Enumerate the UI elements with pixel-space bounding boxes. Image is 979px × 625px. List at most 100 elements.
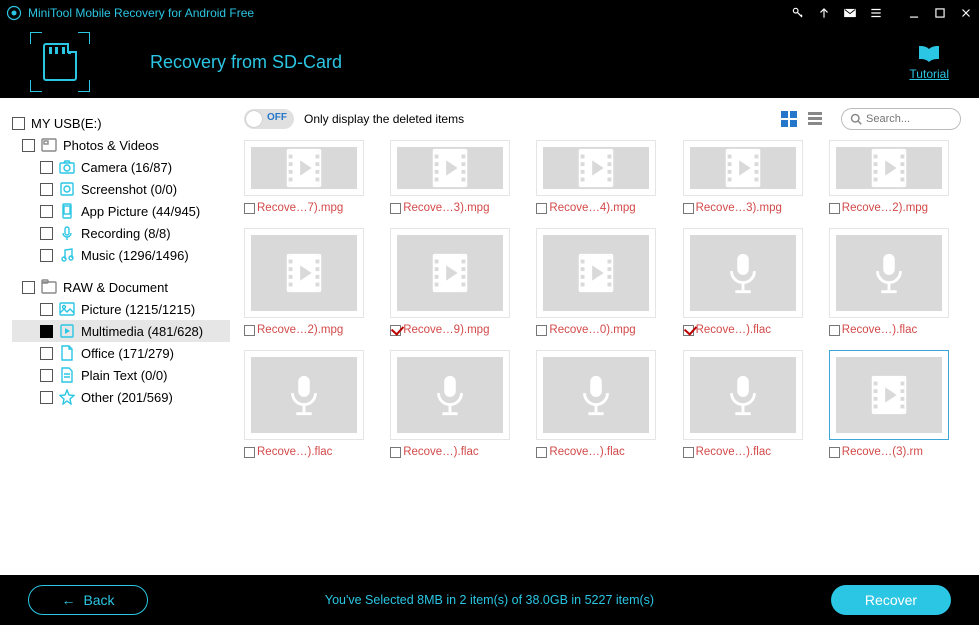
- back-button[interactable]: ← Back: [28, 585, 148, 615]
- thumbnail[interactable]: [829, 228, 949, 318]
- grid-item[interactable]: Recove…).flac: [536, 350, 668, 458]
- item-checkbox[interactable]: [829, 325, 840, 336]
- maximize-button[interactable]: [927, 0, 953, 26]
- item-checkbox[interactable]: [390, 325, 401, 336]
- screenshot-icon: [59, 181, 75, 197]
- section-label: Photos & Videos: [63, 138, 159, 153]
- filename: Recove…(3).rm: [842, 446, 923, 458]
- grid-item[interactable]: Recove…(3).rm: [829, 350, 961, 458]
- grid-item[interactable]: Recove…).flac: [683, 228, 815, 336]
- thumbnail[interactable]: [536, 228, 656, 318]
- minimize-button[interactable]: [901, 0, 927, 26]
- sidebar-item-music[interactable]: Music (1296/1496): [12, 244, 230, 266]
- checkbox[interactable]: [40, 325, 53, 338]
- grid-item[interactable]: Recove…2).mpg: [829, 140, 961, 214]
- sidebar-item-screenshot[interactable]: Screenshot (0/0): [12, 178, 230, 200]
- grid-item[interactable]: Recove…).flac: [244, 350, 376, 458]
- item-checkbox[interactable]: [683, 203, 694, 214]
- recover-button[interactable]: Recover: [831, 585, 951, 615]
- grid-item[interactable]: Recove…).flac: [390, 350, 522, 458]
- sidebar-item-camera[interactable]: Camera (16/87): [12, 156, 230, 178]
- sidebar-item-other[interactable]: Other (201/569): [12, 386, 230, 408]
- filename: Recove…3).mpg: [696, 202, 782, 214]
- sidebar-item-label: Plain Text (0/0): [81, 368, 167, 383]
- item-checkbox[interactable]: [683, 325, 694, 336]
- sidebar-item-apppic[interactable]: App Picture (44/945): [12, 200, 230, 222]
- thumbnail[interactable]: [536, 140, 656, 196]
- grid-item[interactable]: Recove…7).mpg: [244, 140, 376, 214]
- thumbnail[interactable]: [390, 350, 510, 440]
- thumbnail[interactable]: [683, 350, 803, 440]
- item-checkbox[interactable]: [536, 203, 547, 214]
- checkbox[interactable]: [40, 391, 53, 404]
- grid-view-button[interactable]: [779, 109, 799, 129]
- checkbox[interactable]: [40, 347, 53, 360]
- item-checkbox[interactable]: [683, 447, 694, 458]
- caption: Recove…2).mpg: [829, 202, 961, 214]
- thumbnail[interactable]: [390, 140, 510, 196]
- grid-item[interactable]: Recove…).flac: [683, 350, 815, 458]
- caption: Recove…).flac: [536, 446, 668, 458]
- titlebar: MiniTool Mobile Recovery for Android Fre…: [0, 0, 979, 26]
- grid-item[interactable]: Recove…4).mpg: [536, 140, 668, 214]
- close-button[interactable]: [953, 0, 979, 26]
- results-grid: Recove…7).mpgRecove…3).mpgRecove…4).mpgR…: [230, 140, 979, 575]
- tutorial-link[interactable]: Tutorial: [909, 44, 949, 81]
- item-checkbox[interactable]: [390, 203, 401, 214]
- grid-item[interactable]: Recove…).flac: [829, 228, 961, 336]
- thumbnail[interactable]: [829, 350, 949, 440]
- checkbox[interactable]: [12, 117, 25, 130]
- grid-item[interactable]: Recove…9).mpg: [390, 228, 522, 336]
- checkbox[interactable]: [40, 227, 53, 240]
- search-input[interactable]: [866, 113, 946, 125]
- grid-item[interactable]: Recove…3).mpg: [390, 140, 522, 214]
- item-checkbox[interactable]: [244, 203, 255, 214]
- thumbnail[interactable]: [683, 140, 803, 196]
- sidebar-item-office[interactable]: Office (171/279): [12, 342, 230, 364]
- thumbnail[interactable]: [536, 350, 656, 440]
- office-icon: [59, 345, 75, 361]
- footer: ← Back You've Selected 8MB in 2 item(s) …: [0, 575, 979, 625]
- item-checkbox[interactable]: [829, 203, 840, 214]
- sidebar-item-picture[interactable]: Picture (1215/1215): [12, 298, 230, 320]
- item-checkbox[interactable]: [244, 447, 255, 458]
- list-view-button[interactable]: [805, 109, 825, 129]
- grid-item[interactable]: Recove…3).mpg: [683, 140, 815, 214]
- search-box[interactable]: [841, 108, 961, 130]
- thumbnail[interactable]: [683, 228, 803, 318]
- checkbox[interactable]: [40, 303, 53, 316]
- checkbox[interactable]: [40, 205, 53, 218]
- grid-item[interactable]: Recove…2).mpg: [244, 228, 376, 336]
- key-icon[interactable]: [785, 0, 811, 26]
- grid-item[interactable]: Recove…0).mpg: [536, 228, 668, 336]
- filename: Recove…).flac: [403, 446, 478, 458]
- item-checkbox[interactable]: [244, 325, 255, 336]
- thumbnail[interactable]: [829, 140, 949, 196]
- menu-icon[interactable]: [863, 0, 889, 26]
- checkbox[interactable]: [40, 183, 53, 196]
- checkbox[interactable]: [22, 281, 35, 294]
- sidebar-item-plaintext[interactable]: Plain Text (0/0): [12, 364, 230, 386]
- thumbnail[interactable]: [390, 228, 510, 318]
- deleted-only-toggle[interactable]: OFF: [244, 109, 294, 129]
- checkbox[interactable]: [22, 139, 35, 152]
- sidebar-section-raw-document[interactable]: RAW & Document: [12, 276, 230, 298]
- thumbnail[interactable]: [244, 350, 364, 440]
- sidebar-section-photos-videos[interactable]: Photos & Videos: [12, 134, 230, 156]
- sidebar-item-label: Music (1296/1496): [81, 248, 189, 263]
- sidebar-item-recording[interactable]: Recording (8/8): [12, 222, 230, 244]
- item-checkbox[interactable]: [390, 447, 401, 458]
- thumbnail[interactable]: [244, 140, 364, 196]
- item-checkbox[interactable]: [536, 447, 547, 458]
- sidebar-item-multimedia[interactable]: Multimedia (481/628): [12, 320, 230, 342]
- sidebar-root[interactable]: MY USB(E:): [12, 112, 230, 134]
- item-checkbox[interactable]: [829, 447, 840, 458]
- upgrade-icon[interactable]: [811, 0, 837, 26]
- mail-icon[interactable]: [837, 0, 863, 26]
- checkbox[interactable]: [40, 369, 53, 382]
- filename: Recove…).flac: [257, 446, 332, 458]
- checkbox[interactable]: [40, 249, 53, 262]
- checkbox[interactable]: [40, 161, 53, 174]
- item-checkbox[interactable]: [536, 325, 547, 336]
- thumbnail[interactable]: [244, 228, 364, 318]
